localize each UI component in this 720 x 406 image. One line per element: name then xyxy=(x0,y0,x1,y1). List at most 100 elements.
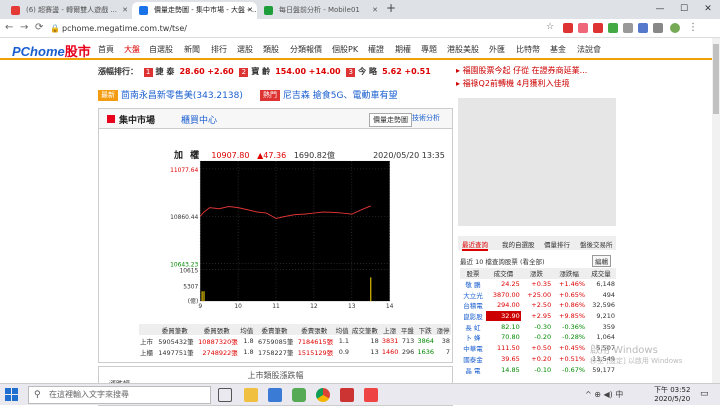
stock-row[interactable]: 長 虹 82.10 -0.30 -0.36% 359 xyxy=(460,321,616,332)
rank-stock-link[interactable]: 今 略 xyxy=(358,67,377,76)
nav-item[interactable]: 法說會 xyxy=(577,44,601,55)
nav-item[interactable]: 排行 xyxy=(211,44,227,55)
news-link[interactable]: 福祿Q2前轉機 4月獲利入佳境 xyxy=(456,77,616,90)
nav-item[interactable]: 自選股 xyxy=(149,44,173,55)
panel-title[interactable]: 集中市場 xyxy=(119,113,155,126)
nav-item[interactable]: 新聞 xyxy=(184,44,200,55)
stock-row[interactable]: 大立光 3870.00 +25.00 +0.65% 494 xyxy=(460,289,616,300)
extension-icon[interactable] xyxy=(623,23,633,33)
notification-icon[interactable]: ▭ xyxy=(700,389,709,399)
minimize-icon[interactable]: — xyxy=(648,0,672,19)
line-app-icon[interactable] xyxy=(292,388,306,402)
extension-icon[interactable] xyxy=(563,23,573,33)
extension-icon[interactable] xyxy=(593,23,603,33)
stock-name-link[interactable]: 中華電 xyxy=(460,343,486,354)
forward-icon[interactable]: → xyxy=(20,22,28,33)
nav-item[interactable]: 期權 xyxy=(395,44,411,55)
new-tab-icon[interactable]: + xyxy=(386,1,396,15)
nav-item[interactable]: 分類報價 xyxy=(290,44,322,55)
tab-recent[interactable]: 最近查詢 xyxy=(462,239,488,251)
browser-tab-strip: (6) 超賽盪 - 轉爾雙人遊戲 ... ✕ 價量走勢圖 - 集中市場 - 大盤… xyxy=(0,0,720,19)
task-view-icon[interactable] xyxy=(218,388,232,402)
app-icon[interactable] xyxy=(340,388,354,402)
stock-name-link[interactable]: 長 虹 xyxy=(460,321,486,332)
stock-name-link[interactable]: 卜 蜂 xyxy=(460,332,486,343)
stats-cell: 1.8 xyxy=(243,336,254,345)
page-scrollbar[interactable] xyxy=(712,38,720,383)
tab-youtube[interactable]: (6) 超賽盪 - 轉爾雙人遊戲 ... ✕ xyxy=(4,2,132,19)
nav-item[interactable]: 首頁 xyxy=(98,44,114,55)
tab-watchlist[interactable]: 我的自選股 xyxy=(502,239,535,249)
recent-queries-label[interactable]: 最近 10 檔查詢股票 (看全部) xyxy=(460,256,545,266)
nav-item[interactable]: 港股美股 xyxy=(447,44,479,55)
stock-row[interactable]: 台積電 294.00 +2.50 +0.86% 32,596 xyxy=(460,300,616,311)
nav-item[interactable]: 權證 xyxy=(368,44,384,55)
nav-item[interactable]: 外匯 xyxy=(489,44,505,55)
menu-dots-icon[interactable]: ⋮ xyxy=(688,22,698,33)
tab-pchome-stock[interactable]: 價量走勢圖 - 集中市場 - 大盤 - ... ✕ xyxy=(132,2,257,19)
scrollbar-thumb[interactable] xyxy=(713,44,719,114)
promo-link[interactable]: 茴南永昌新零售美(343.2138) xyxy=(121,91,243,101)
tab-mobile01[interactable]: 每日盤前分析 - Mobile01 ✕ xyxy=(257,2,382,19)
stock-row[interactable]: 敬 鵬 24.25 +0.35 +1.46% 6,148 xyxy=(460,279,616,290)
nav-item[interactable]: 大盤 xyxy=(124,44,140,55)
lock-icon[interactable]: 🔒 xyxy=(50,24,60,33)
nav-item[interactable]: 個股PK xyxy=(332,44,358,55)
back-icon[interactable]: ← xyxy=(5,22,13,33)
close-tab-icon[interactable]: ✕ xyxy=(122,2,128,19)
stats-cell: 38 xyxy=(441,336,450,345)
price-tick-label: 11077.64 xyxy=(170,168,198,174)
pchome-logo[interactable]: PChome股市 xyxy=(12,41,91,60)
tab-volume-rank[interactable]: 價量排行 xyxy=(544,239,570,249)
stock-name-link[interactable]: 崑影股 xyxy=(460,311,486,322)
system-tray[interactable]: ^ ⊕ ◀) 中 xyxy=(585,389,623,400)
bookmark-star-icon[interactable]: ☆ xyxy=(546,22,554,32)
stock-name-link[interactable]: 台積電 xyxy=(460,300,486,311)
promo-link[interactable]: 尼吉森 搶食5G、電動車有望 xyxy=(283,91,398,101)
maximize-icon[interactable]: ☐ xyxy=(672,0,696,19)
nav-item[interactable]: 類股 xyxy=(263,44,279,55)
stock-name-link[interactable]: 大立光 xyxy=(460,289,486,300)
rank-stock-link[interactable]: 寶 齡 xyxy=(251,67,270,76)
taskbar-search-input[interactable]: ⚲ 在這裡輸入文字來搜尋 xyxy=(28,386,211,404)
chrome-icon[interactable] xyxy=(316,388,330,402)
tab-after-hours[interactable]: 盤後交易所 xyxy=(580,239,613,249)
avatar[interactable] xyxy=(670,23,680,33)
url-input[interactable]: pchome.megatime.com.tw/tse/ xyxy=(62,22,562,35)
stock-row[interactable]: 崑影股 32.90 +2.95 +9.85% 9,210 xyxy=(460,310,616,322)
stats-cell: 713 xyxy=(401,336,415,345)
nav-item[interactable]: 選股 xyxy=(237,44,253,55)
stock-row[interactable]: 卜 蜂 70.80 -0.20 -0.28% 1,064 xyxy=(460,332,616,343)
news-link[interactable]: 福園股票今起 仔從 在證券商延業... xyxy=(456,64,616,77)
extension-icon[interactable] xyxy=(608,23,618,33)
windows-start-icon[interactable] xyxy=(5,388,19,402)
extension-icon[interactable] xyxy=(638,23,648,33)
word-icon[interactable] xyxy=(268,388,282,402)
close-tab-icon[interactable]: ✕ xyxy=(372,2,378,19)
nav-item[interactable]: 比特幣 xyxy=(516,44,540,55)
stock-name-link[interactable]: 晶 電 xyxy=(460,364,486,375)
file-explorer-icon[interactable] xyxy=(244,388,258,402)
stock-name-link[interactable]: 國泰金 xyxy=(460,354,486,365)
stock-cell: +0.35 xyxy=(531,280,552,289)
rank-label: 漲幅排行： xyxy=(98,67,138,76)
stock-name-link[interactable]: 敬 鵬 xyxy=(460,279,486,290)
otc-link[interactable]: 櫃買中心 xyxy=(181,113,217,126)
close-window-icon[interactable]: ✕ xyxy=(696,0,720,19)
edit-button[interactable]: 編輯 xyxy=(592,255,611,267)
technical-analysis-button[interactable]: 技術分析 xyxy=(412,113,440,123)
reload-icon[interactable]: ⟳ xyxy=(35,22,43,33)
app-icon[interactable] xyxy=(364,388,378,402)
nav-item[interactable]: 專題 xyxy=(421,44,437,55)
stock-header-cell: 成交價 xyxy=(485,268,521,279)
time-axis: 9 10 11 12 13 14 xyxy=(198,304,393,309)
rank-stock-link[interactable]: 捷 泰 xyxy=(156,67,175,76)
extension-icon[interactable] xyxy=(653,23,663,33)
close-tab-icon[interactable]: ✕ xyxy=(247,2,253,19)
taskbar-clock[interactable]: 下午 03:52 2020/5/20 xyxy=(654,386,690,404)
price-volume-chart-button[interactable]: 價量走勢圖 xyxy=(369,113,412,127)
search-icon: ⚲ xyxy=(34,390,41,400)
stock-cell: +2.50 xyxy=(531,301,552,310)
nav-item[interactable]: 基金 xyxy=(550,44,566,55)
extension-icon[interactable] xyxy=(578,23,588,33)
